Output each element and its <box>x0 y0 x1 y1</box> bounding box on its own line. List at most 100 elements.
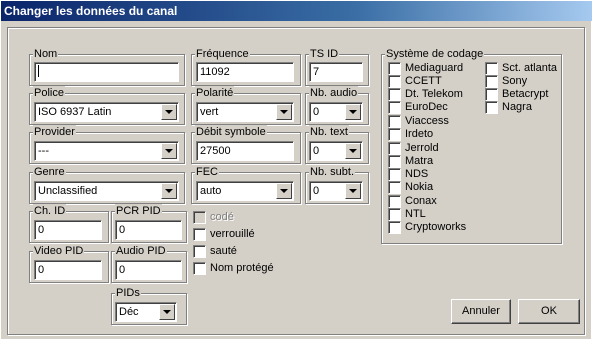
matra-label: Matra <box>405 155 434 167</box>
code-label: codé <box>210 211 234 223</box>
nom-label: Nom <box>33 47 59 61</box>
chevron-down-icon[interactable] <box>161 183 177 199</box>
text-caret <box>38 65 39 77</box>
nom-input[interactable] <box>34 62 179 82</box>
viaccess-label: Viaccess <box>405 115 449 127</box>
ts-id-input[interactable]: 7 <box>309 62 363 82</box>
nom-protege-label: Nom protégé <box>210 262 274 274</box>
provider-value: --- <box>38 145 49 157</box>
pids-select[interactable]: Déc <box>115 302 177 322</box>
sct-atlanta-checkbox[interactable] <box>485 62 498 75</box>
provider-label: Provider <box>33 125 76 139</box>
chevron-down-icon[interactable] <box>345 104 361 120</box>
chevron-down-icon[interactable] <box>276 183 292 199</box>
video-pid-label: Video PID <box>33 244 85 258</box>
pids-value: Déc <box>119 306 139 318</box>
dt-telekom-label: Dt. Telekom <box>405 88 463 100</box>
saute-label: sauté <box>210 245 237 257</box>
verrouille-label: verrouillé <box>210 228 255 240</box>
chevron-down-icon[interactable] <box>161 104 177 120</box>
audio-pid-label: Audio PID <box>115 244 167 258</box>
ch-id-label: Ch. ID <box>33 204 67 218</box>
nb-audio-value: 0 <box>313 106 320 118</box>
sony-label: Sony <box>502 75 528 87</box>
dialog-window: Changer les données du canal Nom Fréquen… <box>0 0 592 340</box>
polarite-select[interactable]: vert <box>196 102 294 122</box>
pcr-pid-label: PCR PID <box>115 204 162 218</box>
police-label: Police <box>33 86 65 100</box>
frequence-label: Fréquence <box>195 47 250 61</box>
betacrypt-checkbox[interactable] <box>485 88 498 101</box>
ch-id-input[interactable]: 0 <box>34 220 102 240</box>
ccett-checkbox[interactable] <box>388 75 401 88</box>
nds-checkbox[interactable] <box>388 168 401 181</box>
conax-checkbox[interactable] <box>388 195 401 208</box>
video-pid-input[interactable]: 0 <box>34 260 102 280</box>
nb-subt-value: 0 <box>313 185 320 197</box>
ok-button[interactable]: OK <box>518 299 580 324</box>
dt-telekom-checkbox[interactable] <box>388 88 401 101</box>
irdeto-checkbox[interactable] <box>388 128 401 141</box>
debit-symbole-input[interactable]: 27500 <box>196 141 294 161</box>
mediaguard-label: Mediaguard <box>405 62 464 74</box>
nom-protege-checkbox[interactable] <box>193 262 206 275</box>
jerrold-checkbox[interactable] <box>388 142 401 155</box>
ntl-label: NTL <box>405 208 426 220</box>
ccett-label: CCETT <box>405 75 442 87</box>
chevron-down-icon[interactable] <box>161 143 177 159</box>
verrouille-checkbox[interactable] <box>193 228 206 241</box>
sony-checkbox[interactable] <box>485 75 498 88</box>
provider-select[interactable]: --- <box>34 141 179 161</box>
cancel-button[interactable]: Annuler <box>451 299 511 324</box>
viaccess-checkbox[interactable] <box>388 115 401 128</box>
nb-audio-select[interactable]: 0 <box>309 102 363 122</box>
polarite-label: Polarité <box>195 86 235 100</box>
fec-label: FEC <box>195 165 219 179</box>
eurodec-checkbox[interactable] <box>388 101 401 114</box>
window-title: Changer les données du canal <box>4 4 178 18</box>
cryptoworks-label: Cryptoworks <box>405 221 467 233</box>
nds-label: NDS <box>405 168 429 180</box>
genre-label: Genre <box>33 165 66 179</box>
nb-text-select[interactable]: 0 <box>309 141 363 161</box>
chevron-down-icon[interactable] <box>276 104 292 120</box>
cryptoworks-checkbox[interactable] <box>388 221 401 234</box>
betacrypt-label: Betacrypt <box>502 88 549 100</box>
conax-label: Conax <box>405 195 437 207</box>
pcr-pid-input[interactable]: 0 <box>115 220 182 240</box>
chevron-down-icon[interactable] <box>345 143 361 159</box>
nokia-checkbox[interactable] <box>388 181 401 194</box>
nb-text-value: 0 <box>313 145 320 157</box>
eurodec-label: EuroDec <box>405 101 448 113</box>
matra-checkbox[interactable] <box>388 155 401 168</box>
fec-select[interactable]: auto <box>196 181 294 201</box>
nagra-label: Nagra <box>502 101 532 113</box>
ntl-checkbox[interactable] <box>388 208 401 221</box>
frequence-input[interactable]: 11092 <box>196 62 294 82</box>
nagra-checkbox[interactable] <box>485 101 498 114</box>
irdeto-label: Irdeto <box>405 128 434 140</box>
genre-select[interactable]: Unclassified <box>34 181 179 201</box>
nb-audio-label: Nb. audio <box>309 86 359 100</box>
mediaguard-checkbox[interactable] <box>388 62 401 75</box>
polarite-value: vert <box>200 106 219 118</box>
chevron-down-icon[interactable] <box>159 304 175 320</box>
code-checkbox[interactable] <box>193 211 206 224</box>
nb-subt-label: Nb. subt. <box>309 165 356 179</box>
nb-subt-select[interactable]: 0 <box>309 181 363 201</box>
fec-value: auto <box>200 185 222 197</box>
pids-label: PIDs <box>115 286 141 300</box>
ts-id-label: TS ID <box>309 47 340 61</box>
genre-value: Unclassified <box>38 185 98 197</box>
audio-pid-input[interactable]: 0 <box>115 260 182 280</box>
jerrold-label: Jerrold <box>405 142 439 154</box>
chevron-down-icon[interactable] <box>345 183 361 199</box>
sct-atlanta-label: Sct. atlanta <box>502 62 558 74</box>
debit-symbole-label: Débit symbole <box>195 125 267 139</box>
systeme-codage-label: Système de codage <box>385 47 485 61</box>
title-bar: Changer les données du canal <box>1 1 592 21</box>
police-value: ISO 6937 Latin <box>38 106 112 118</box>
nb-text-label: Nb. text <box>309 125 349 139</box>
saute-checkbox[interactable] <box>193 245 206 258</box>
police-select[interactable]: ISO 6937 Latin <box>34 102 179 122</box>
